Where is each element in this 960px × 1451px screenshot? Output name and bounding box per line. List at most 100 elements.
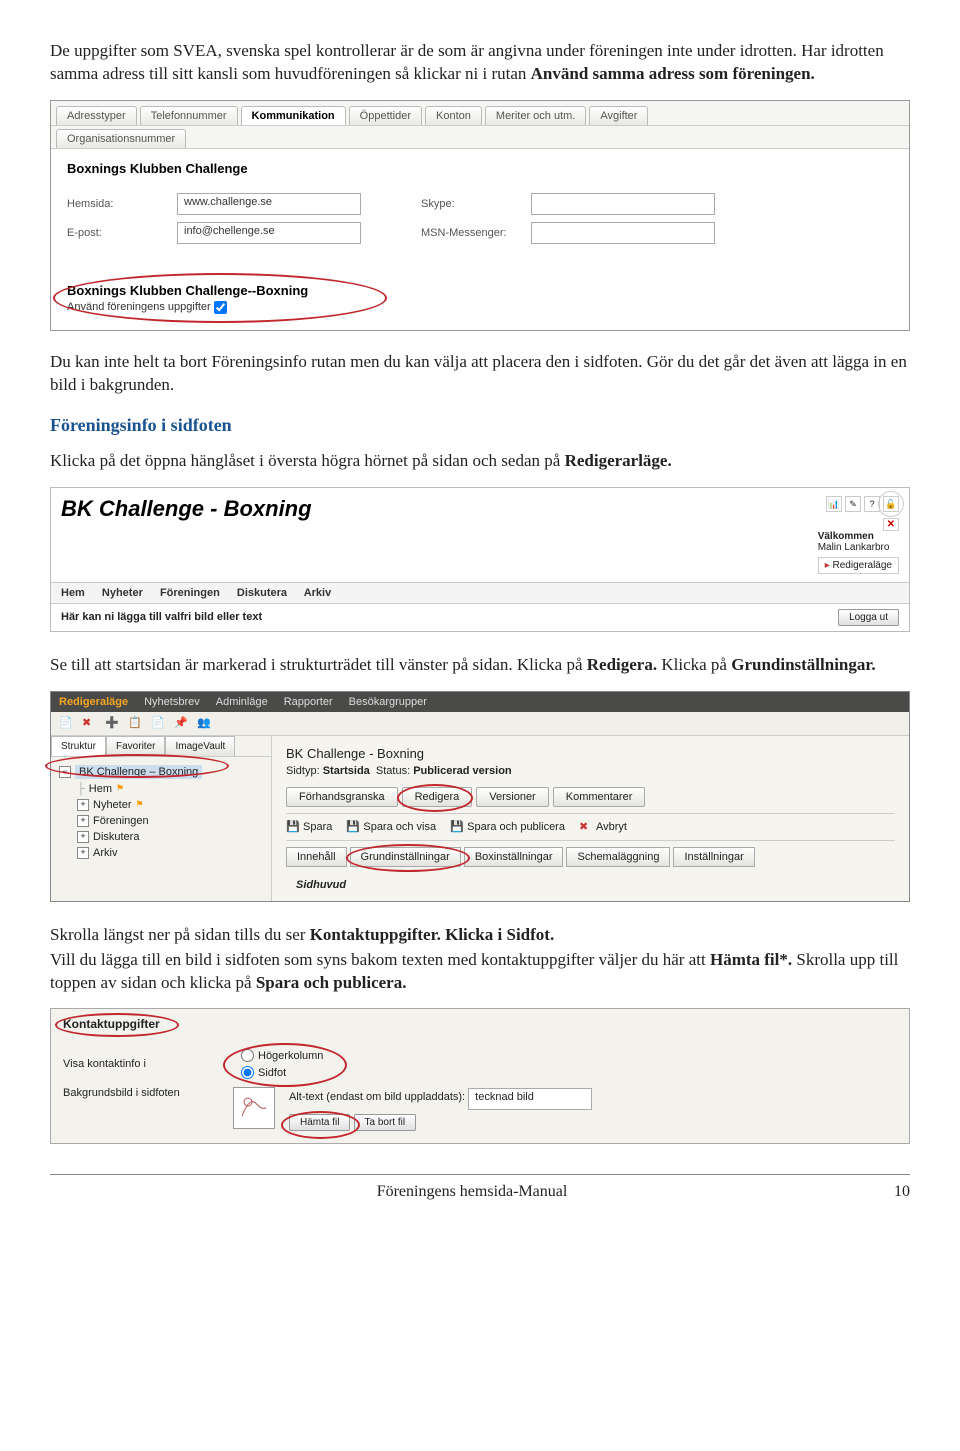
expander-icon[interactable]: − xyxy=(59,766,71,778)
toolbar-icon[interactable]: 📊 xyxy=(826,496,842,512)
tab-redigera[interactable]: Redigera xyxy=(402,787,473,807)
input-skype[interactable] xyxy=(531,193,715,215)
copy-icon[interactable]: 📋 xyxy=(128,716,143,731)
action-spara-visa[interactable]: Spara och visa xyxy=(363,821,436,833)
heading-foreningsinfo: Föreningsinfo i sidfoten xyxy=(50,415,910,436)
menu-rapporter[interactable]: Rapporter xyxy=(284,696,333,708)
expander-icon[interactable]: + xyxy=(77,847,89,859)
page-footer: Föreningens hemsida-Manual 10 xyxy=(50,1174,910,1201)
flag-icon: ⚑ xyxy=(116,783,124,794)
disk-icon: 💾 xyxy=(286,820,300,834)
sidhuvud-label: Sidhuvud xyxy=(286,879,895,891)
kontakt-title: Kontaktuppgifter xyxy=(63,1017,160,1031)
paste-icon[interactable]: 📄 xyxy=(151,716,166,731)
pin-icon[interactable]: 📌 xyxy=(174,716,189,731)
nav-hem[interactable]: Hem xyxy=(61,587,85,599)
action-spara[interactable]: Spara xyxy=(303,821,332,833)
site-title: BK Challenge - Boxning xyxy=(61,496,312,522)
disk-icon: 💾 xyxy=(346,820,360,834)
footer-title: Föreningens hemsida-Manual xyxy=(377,1183,568,1201)
button-ta-bort-fil[interactable]: Ta bort fil xyxy=(354,1114,417,1131)
radio-sidfot[interactable] xyxy=(241,1066,254,1079)
tab-innehall[interactable]: Innehåll xyxy=(286,847,347,867)
menu-besokargrupper[interactable]: Besökargrupper xyxy=(349,696,427,708)
screenshot-kommunikation: Adresstyper Telefonnummer Kommunikation … xyxy=(50,100,910,331)
tab-grundinstallningar[interactable]: Grundinställningar xyxy=(350,847,461,867)
tab-favoriter[interactable]: Favoriter xyxy=(106,736,165,756)
lock-icon[interactable]: 🔓 xyxy=(883,496,899,512)
input-alt-text[interactable]: tecknad bild xyxy=(468,1088,592,1110)
input-msn[interactable] xyxy=(531,222,715,244)
add-icon[interactable]: ➕ xyxy=(105,716,120,731)
tab-schemalaggning[interactable]: Schemaläggning xyxy=(566,847,670,867)
checkbox-use-assoc[interactable] xyxy=(214,301,227,314)
label-msn: MSN-Messenger: xyxy=(421,227,531,239)
screenshot-editor: Redigeraläge Nyhetsbrev Adminläge Rappor… xyxy=(50,691,910,902)
tree-foreningen[interactable]: Föreningen xyxy=(93,815,149,827)
nav-foreningen[interactable]: Föreningen xyxy=(160,587,220,599)
expander-icon[interactable]: + xyxy=(77,815,89,827)
paragraph-6: Vill du lägga till en bild i sidfoten so… xyxy=(50,949,910,995)
tree-hem[interactable]: Hem xyxy=(89,783,112,795)
paragraph-5: Skrolla längst ner på sidan tills du ser… xyxy=(50,924,910,947)
subtitle: Här kan ni lägga till valfri bild eller … xyxy=(61,611,262,623)
tab-versioner[interactable]: Versioner xyxy=(476,787,548,807)
toolbar-icon[interactable]: ? xyxy=(864,496,880,512)
menu-adminlage[interactable]: Adminläge xyxy=(216,696,268,708)
expander-icon[interactable]: + xyxy=(77,831,89,843)
logout-button[interactable]: Logga ut xyxy=(838,609,899,626)
tab-organisationsnummer[interactable]: Organisationsnummer xyxy=(56,129,186,148)
radio-hogerkolumn[interactable] xyxy=(241,1049,254,1062)
disk-icon: 💾 xyxy=(450,820,464,834)
users-icon[interactable]: 👥 xyxy=(197,716,212,731)
tree-arkiv[interactable]: Arkiv xyxy=(93,847,117,859)
tab-kommentarer[interactable]: Kommentarer xyxy=(553,787,646,807)
tab-konton[interactable]: Konton xyxy=(425,106,482,125)
action-spara-publicera[interactable]: Spara och publicera xyxy=(467,821,565,833)
tab-avgifter[interactable]: Avgifter xyxy=(589,106,648,125)
label-sidfot: Sidfot xyxy=(258,1067,286,1079)
tab-boxinstallningar[interactable]: Boxinställningar xyxy=(464,847,564,867)
highlight-oval xyxy=(53,273,387,323)
tab-forhandsgranska[interactable]: Förhandsgranska xyxy=(286,787,398,807)
action-avbryt[interactable]: Avbryt xyxy=(596,821,627,833)
tab-oppettider[interactable]: Öppettider xyxy=(349,106,422,125)
label-hemsida: Hemsida: xyxy=(67,198,177,210)
page-meta: Sidtyp: Startsida Status: Publicerad ver… xyxy=(286,765,895,777)
new-icon[interactable]: 📄 xyxy=(59,716,74,731)
page-number: 10 xyxy=(894,1183,910,1201)
tab-installningar[interactable]: Inställningar xyxy=(673,847,754,867)
tree-diskutera[interactable]: Diskutera xyxy=(93,831,139,843)
toolbar-icon[interactable]: ✎ xyxy=(845,496,861,512)
tab-imagevault[interactable]: ImageVault xyxy=(165,736,235,756)
menu-nyhetsbrev[interactable]: Nyhetsbrev xyxy=(144,696,200,708)
highlight-circle xyxy=(878,491,904,517)
tab-meriter[interactable]: Meriter och utm. xyxy=(485,106,586,125)
screenshot-kontaktuppgifter: Kontaktuppgifter Visa kontaktinfo i Höge… xyxy=(50,1008,910,1144)
close-icon[interactable]: ✕ xyxy=(883,518,899,531)
menu-redigeralage[interactable]: Redigeraläge xyxy=(59,696,128,708)
main-nav: Hem Nyheter Föreningen Diskutera Arkiv xyxy=(51,582,909,604)
label-epost: E-post: xyxy=(67,227,177,239)
nav-nyheter[interactable]: Nyheter xyxy=(102,587,143,599)
tab-adresstyper[interactable]: Adresstyper xyxy=(56,106,137,125)
tab-struktur[interactable]: Struktur xyxy=(51,736,106,756)
delete-icon[interactable]: ✖ xyxy=(82,716,97,731)
tree-nyheter[interactable]: Nyheter xyxy=(93,799,132,811)
expander-icon[interactable]: + xyxy=(77,799,89,811)
input-epost[interactable]: info@chellenge.se xyxy=(177,222,361,244)
nav-arkiv[interactable]: Arkiv xyxy=(304,587,332,599)
paragraph-4: Se till att startsidan är markerad i str… xyxy=(50,654,910,677)
tab-telefonnummer[interactable]: Telefonnummer xyxy=(140,106,238,125)
editmode-link[interactable]: Redigeraläge xyxy=(833,560,893,571)
paragraph-3: Klicka på det öppna hänglåset i översta … xyxy=(50,450,910,473)
label-hogerkolumn: Högerkolumn xyxy=(258,1050,323,1062)
input-hemsida[interactable]: www.challenge.se xyxy=(177,193,361,215)
paragraph-2: Du kan inte helt ta bort Föreningsinfo r… xyxy=(50,351,910,397)
cancel-icon: ✖ xyxy=(579,820,593,834)
button-hamta-fil[interactable]: Hämta fil xyxy=(289,1114,350,1131)
tab-kommunikation[interactable]: Kommunikation xyxy=(241,106,346,125)
username: Malin Lankarbro xyxy=(818,542,899,553)
tree-root[interactable]: BK Challenge – Boxning xyxy=(75,765,202,779)
nav-diskutera[interactable]: Diskutera xyxy=(237,587,287,599)
